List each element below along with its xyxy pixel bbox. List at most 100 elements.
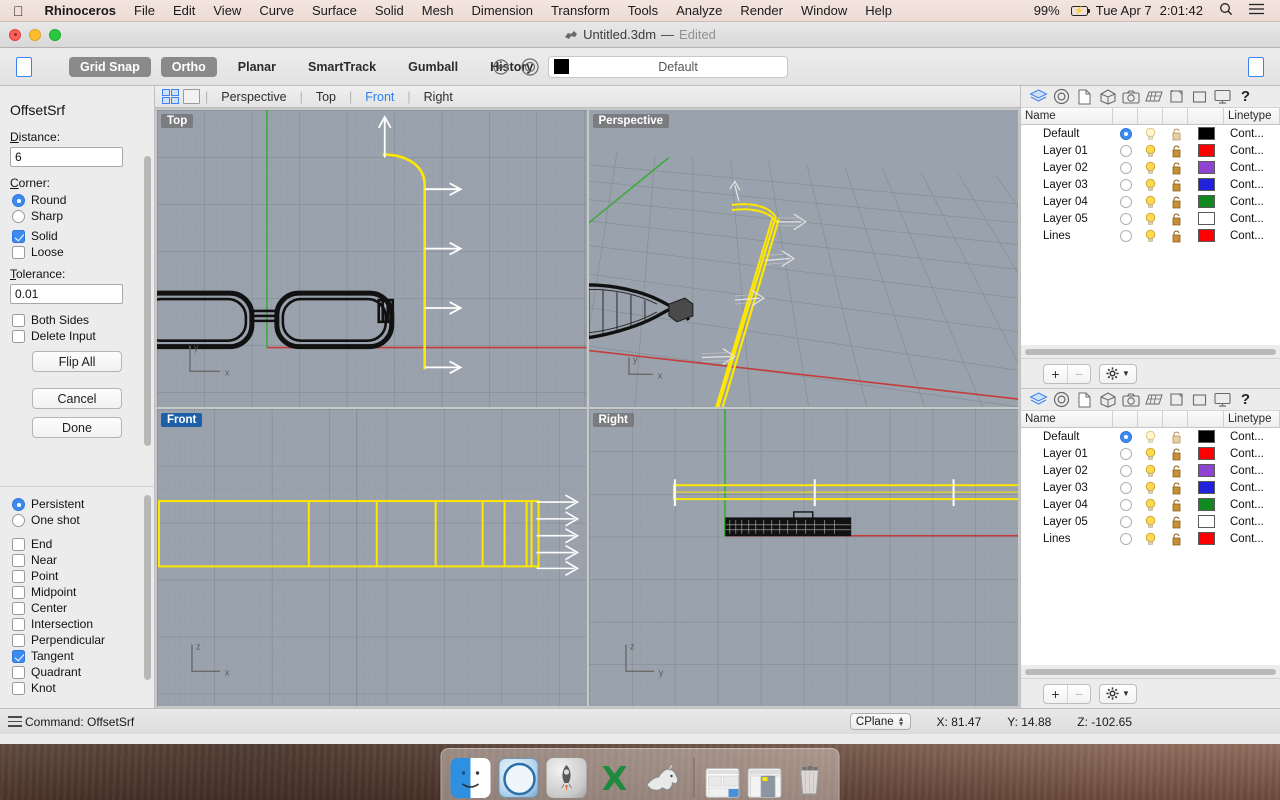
osnap-mode-one-shot[interactable]: One shot bbox=[12, 513, 144, 527]
table-row[interactable]: Layer 03 Cont... bbox=[1021, 479, 1280, 496]
layer-prev-icon[interactable] bbox=[492, 57, 512, 77]
osnap-midpoint[interactable]: Midpoint bbox=[12, 585, 144, 599]
layer-color-swatch[interactable] bbox=[1188, 515, 1224, 528]
layer-visibility-icon[interactable] bbox=[1138, 515, 1163, 529]
layer-color-swatch[interactable] bbox=[1188, 498, 1224, 511]
column-linetype[interactable]: Linetype bbox=[1224, 411, 1280, 427]
osnap-point[interactable]: Point bbox=[12, 569, 144, 583]
viewport-top[interactable]: Top y x bbox=[157, 110, 587, 407]
layers-table-top[interactable]: Default Cont... Layer 01 Cont... Layer 0… bbox=[1021, 125, 1280, 345]
layer-current-radio[interactable] bbox=[1113, 481, 1138, 494]
table-row[interactable]: Lines Cont... bbox=[1021, 530, 1280, 547]
table-row[interactable]: Layer 02 Cont... bbox=[1021, 462, 1280, 479]
layer-name[interactable]: Layer 04 bbox=[1021, 499, 1113, 511]
checkbox-midpoint[interactable] bbox=[12, 585, 25, 599]
help-icon[interactable]: ? bbox=[1234, 87, 1257, 107]
layer-color-swatch[interactable] bbox=[1188, 464, 1224, 477]
launchpad-icon[interactable] bbox=[546, 758, 587, 798]
current-layer-selector[interactable]: Default bbox=[548, 55, 788, 78]
column-locked[interactable] bbox=[1163, 108, 1188, 124]
four-viewport-icon[interactable] bbox=[162, 89, 179, 104]
layer-visibility-icon[interactable] bbox=[1138, 195, 1163, 209]
layer-options-button[interactable]: ▼ bbox=[1099, 683, 1137, 704]
layer-linetype[interactable]: Cont... bbox=[1224, 162, 1280, 174]
osnap-end[interactable]: End bbox=[12, 537, 144, 551]
layer-lock-icon[interactable] bbox=[1163, 161, 1188, 175]
layer-linetype[interactable]: Cont... bbox=[1224, 431, 1280, 443]
help-icon[interactable]: ? bbox=[1234, 390, 1257, 410]
layer-linetype[interactable]: Cont... bbox=[1224, 128, 1280, 140]
menu-item-file[interactable]: File bbox=[125, 3, 164, 18]
loose-option[interactable]: Loose bbox=[12, 245, 144, 259]
radio-round[interactable] bbox=[12, 193, 25, 207]
layer-linetype[interactable]: Cont... bbox=[1224, 230, 1280, 242]
layer-lock-icon[interactable] bbox=[1163, 144, 1188, 158]
sidebar-scrollbar-bottom[interactable] bbox=[144, 495, 151, 680]
layer-current-radio[interactable] bbox=[1113, 464, 1138, 477]
layers-icon[interactable] bbox=[1027, 390, 1050, 410]
checkbox-tangent[interactable] bbox=[12, 649, 25, 663]
column-color[interactable] bbox=[1188, 411, 1224, 427]
ground-plane-icon[interactable] bbox=[1142, 390, 1165, 410]
battery-icon[interactable]: ⚡ bbox=[1070, 5, 1091, 16]
search-icon[interactable] bbox=[1211, 2, 1241, 19]
cplane-selector[interactable]: CPlane ▲ ▼ bbox=[849, 713, 911, 730]
layer-lock-icon[interactable] bbox=[1163, 498, 1188, 512]
layer-color-swatch[interactable] bbox=[1188, 127, 1224, 140]
solid-option[interactable]: Solid bbox=[12, 229, 144, 243]
menu-item-render[interactable]: Render bbox=[731, 3, 792, 18]
column-current[interactable] bbox=[1113, 411, 1138, 427]
table-row[interactable]: Layer 03 Cont... bbox=[1021, 176, 1280, 193]
layer-color-swatch[interactable] bbox=[1188, 430, 1224, 443]
column-name[interactable]: Name bbox=[1021, 108, 1113, 124]
apple-logo-icon[interactable]:  bbox=[0, 4, 36, 18]
object-icon[interactable] bbox=[1096, 87, 1119, 107]
osnap-perpendicular[interactable]: Perpendicular bbox=[12, 633, 144, 647]
tab-perspective[interactable]: Perspective bbox=[208, 90, 299, 104]
checkbox-loose[interactable] bbox=[12, 245, 25, 259]
menu-item-view[interactable]: View bbox=[204, 3, 250, 18]
layer-lock-icon[interactable] bbox=[1163, 447, 1188, 461]
menu-item-edit[interactable]: Edit bbox=[164, 3, 204, 18]
menu-item-window[interactable]: Window bbox=[792, 3, 856, 18]
layer-linetype[interactable]: Cont... bbox=[1224, 448, 1280, 460]
layer-linetype[interactable]: Cont... bbox=[1224, 482, 1280, 494]
layer-current-radio[interactable] bbox=[1113, 447, 1138, 460]
display-icon[interactable] bbox=[1211, 87, 1234, 107]
radio-persistent[interactable] bbox=[12, 497, 25, 511]
layer-visibility-icon[interactable] bbox=[1138, 212, 1163, 226]
layer-visibility-icon[interactable] bbox=[1138, 229, 1163, 243]
layer-visibility-icon[interactable] bbox=[1138, 481, 1163, 495]
osnap-intersection[interactable]: Intersection bbox=[12, 617, 144, 631]
left-panel-toggle-button[interactable] bbox=[16, 56, 32, 77]
menu-item-curve[interactable]: Curve bbox=[250, 3, 303, 18]
column-visible[interactable] bbox=[1138, 108, 1163, 124]
layer-current-radio[interactable] bbox=[1113, 161, 1138, 174]
menu-item-solid[interactable]: Solid bbox=[366, 3, 413, 18]
checkbox-center[interactable] bbox=[12, 601, 25, 615]
checkbox-knot[interactable] bbox=[12, 681, 25, 695]
column-locked[interactable] bbox=[1163, 411, 1188, 427]
layer-linetype[interactable]: Cont... bbox=[1224, 196, 1280, 208]
layer-lock-icon[interactable] bbox=[1163, 532, 1188, 546]
layer-color-swatch[interactable] bbox=[1188, 195, 1224, 208]
menu-item-analyze[interactable]: Analyze bbox=[667, 3, 731, 18]
gumball-button[interactable]: Gumball bbox=[397, 57, 469, 77]
add-layer-button[interactable]: + bbox=[1044, 685, 1067, 703]
layer-visibility-icon[interactable] bbox=[1138, 161, 1163, 175]
layer-name[interactable]: Lines bbox=[1021, 533, 1113, 545]
table-row[interactable]: Layer 04 Cont... bbox=[1021, 193, 1280, 210]
checkbox-quadrant[interactable] bbox=[12, 665, 25, 679]
table-row[interactable]: Default Cont... bbox=[1021, 125, 1280, 142]
checkbox-end[interactable] bbox=[12, 537, 25, 551]
hamburger-icon[interactable] bbox=[8, 716, 22, 727]
layer-linetype[interactable]: Cont... bbox=[1224, 213, 1280, 225]
layers-icon[interactable] bbox=[1027, 87, 1050, 107]
layer-lock-icon[interactable] bbox=[1163, 195, 1188, 209]
ground-plane-icon[interactable] bbox=[1142, 87, 1165, 107]
layer-current-radio[interactable] bbox=[1113, 127, 1138, 140]
checkbox-point[interactable] bbox=[12, 569, 25, 583]
layer-lock-icon[interactable] bbox=[1163, 430, 1188, 444]
viewport-right-label[interactable]: Right bbox=[592, 413, 634, 427]
control-center-icon[interactable] bbox=[1241, 3, 1272, 18]
